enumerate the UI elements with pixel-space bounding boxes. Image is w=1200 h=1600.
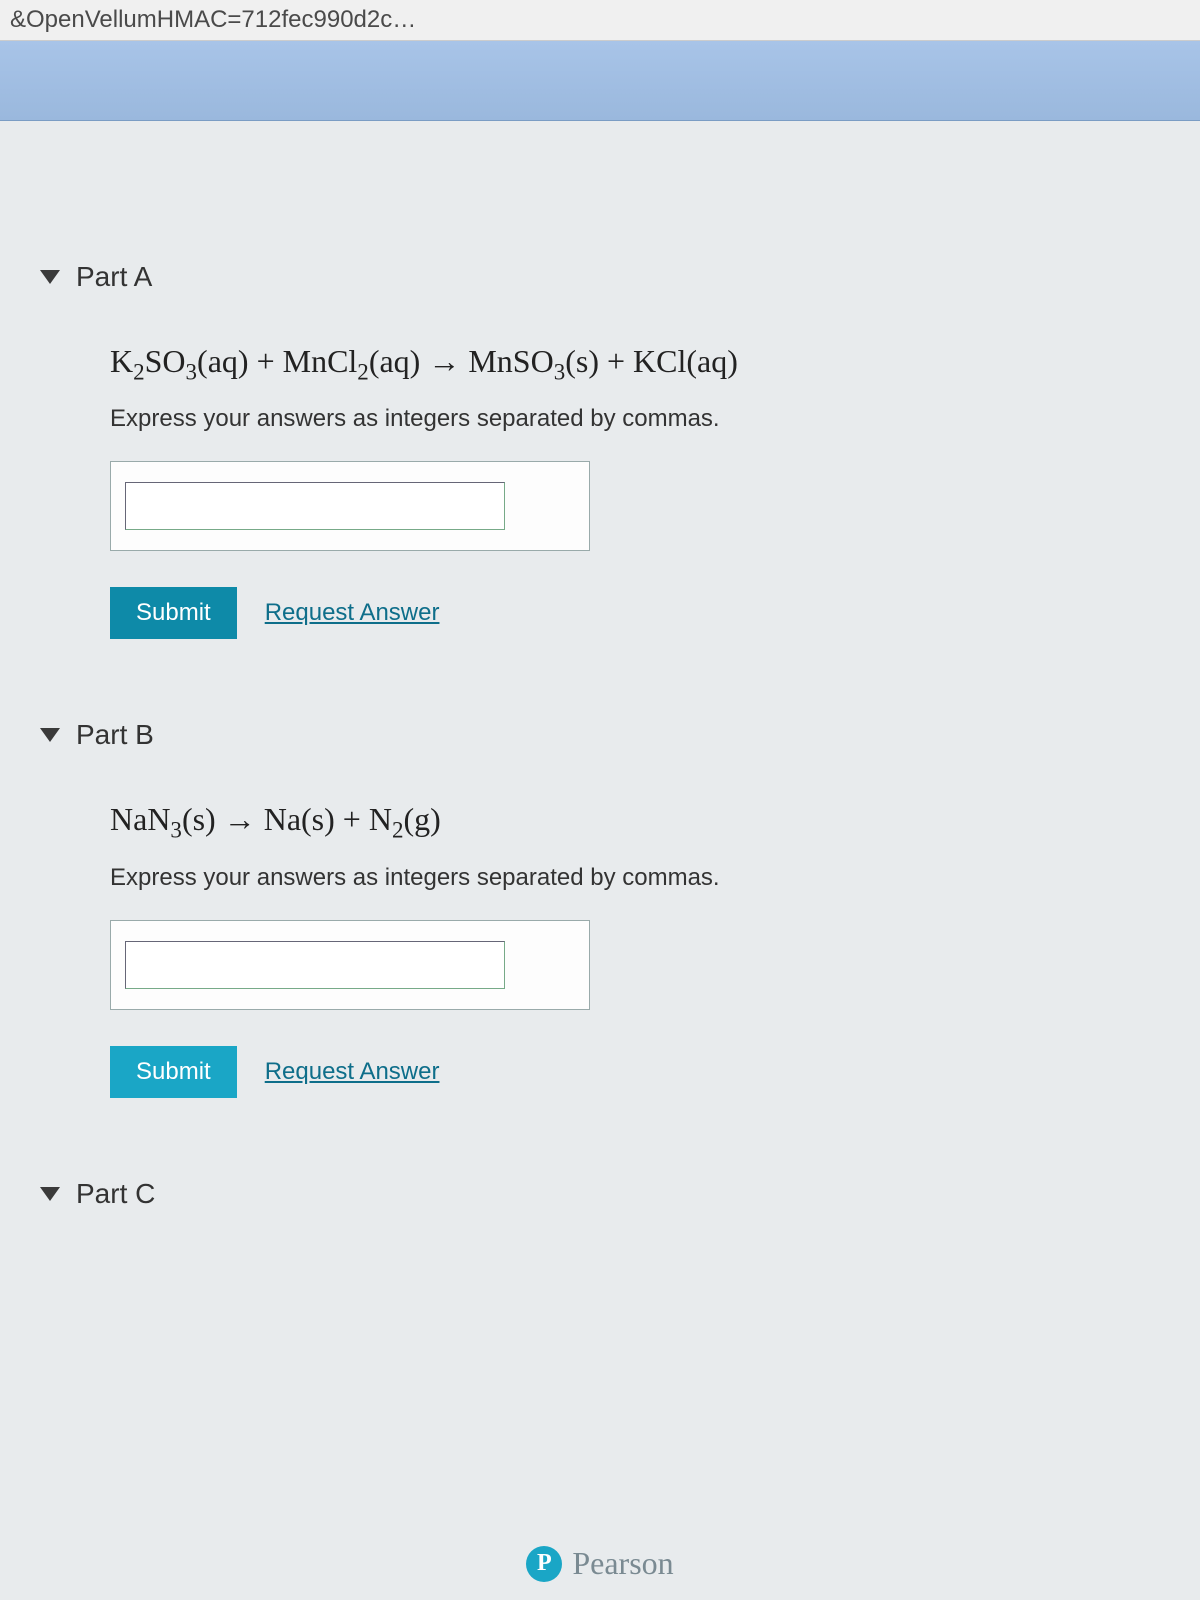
caret-down-icon xyxy=(40,270,60,284)
part-a-title: Part A xyxy=(76,261,152,293)
part-a-header[interactable]: Part A xyxy=(40,261,1160,293)
part-b-input-frame xyxy=(110,920,590,1010)
pearson-logo-icon: P xyxy=(526,1546,562,1582)
part-b-submit-button[interactable]: Submit xyxy=(110,1046,237,1098)
browser-url-fragment: &OpenVellumHMAC=712fec990d2c… xyxy=(0,0,1200,41)
part-b-request-answer-link[interactable]: Request Answer xyxy=(265,1058,440,1086)
caret-down-icon xyxy=(40,1187,60,1201)
part-a-request-answer-link[interactable]: Request Answer xyxy=(265,599,440,627)
part-b-equation: NaN3(s) → Na(s) + N2(g) xyxy=(110,801,1160,843)
part-a-answer-input[interactable] xyxy=(125,482,505,530)
part-b-instruction: Express your answers as integers separat… xyxy=(110,864,1160,892)
part-a-input-frame xyxy=(110,461,590,551)
part-c: Part C xyxy=(40,1178,1160,1210)
header-band xyxy=(0,41,1200,121)
part-a-equation: K2SO3(aq) + MnCl2(aq) → MnSO3(s) + KCl(a… xyxy=(110,343,1160,385)
main-content: Part A K2SO3(aq) + MnCl2(aq) → MnSO3(s) … xyxy=(0,121,1200,1330)
part-b-title: Part B xyxy=(76,719,154,751)
part-a-instruction: Express your answers as integers separat… xyxy=(110,405,1160,433)
pearson-brand-text: Pearson xyxy=(572,1545,673,1582)
part-b-answer-input[interactable] xyxy=(125,941,505,989)
part-b-header[interactable]: Part B xyxy=(40,719,1160,751)
caret-down-icon xyxy=(40,728,60,742)
footer: P Pearson xyxy=(0,1545,1200,1582)
part-c-title: Part C xyxy=(76,1178,155,1210)
part-b: Part B NaN3(s) → Na(s) + N2(g) Express y… xyxy=(40,719,1160,1097)
part-c-header[interactable]: Part C xyxy=(40,1178,1160,1210)
part-a-submit-button[interactable]: Submit xyxy=(110,587,237,639)
part-a: Part A K2SO3(aq) + MnCl2(aq) → MnSO3(s) … xyxy=(40,261,1160,639)
